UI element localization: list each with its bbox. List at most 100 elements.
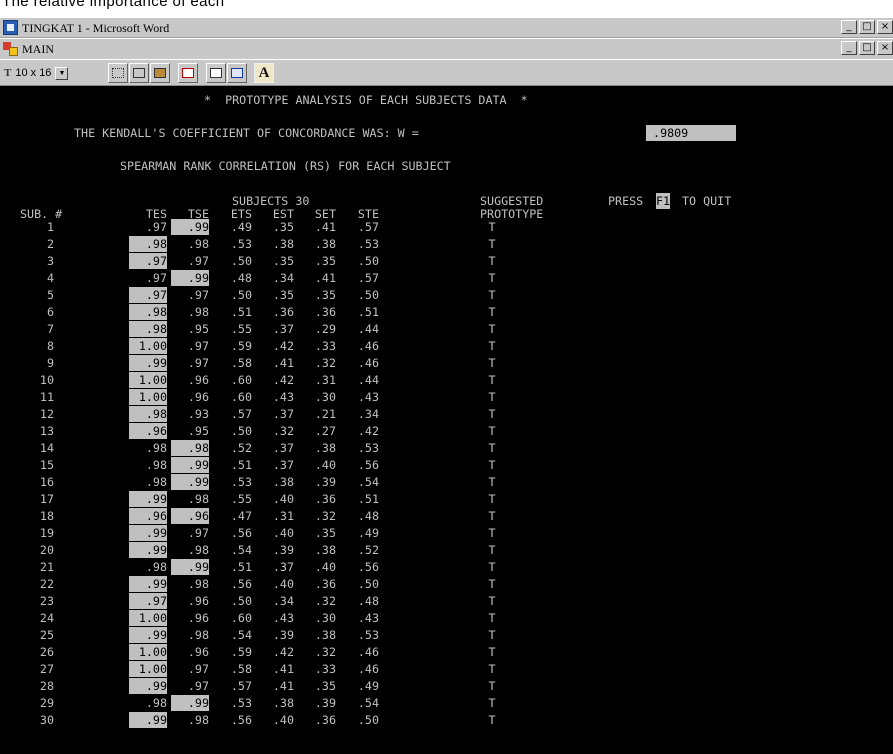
cell-ets: .59 — [230, 645, 252, 659]
main-window-controls: _ □ × — [839, 41, 893, 55]
cell-ets: .47 — [230, 509, 252, 523]
suggested-prototype: T — [488, 492, 496, 506]
suggested-prototype: T — [488, 594, 496, 608]
copy-icon[interactable] — [129, 63, 149, 83]
cell-tes: .96 — [129, 423, 167, 439]
properties-icon[interactable] — [206, 63, 226, 83]
suggested-prototype: T — [488, 679, 496, 693]
cell-ste: .48 — [357, 509, 379, 523]
cell-tes: .98 — [129, 236, 167, 252]
main-minimize-button[interactable]: _ — [841, 41, 857, 55]
msdos-window-icon[interactable] — [3, 42, 18, 56]
cell-ste: .50 — [357, 713, 379, 727]
cell-ets: .50 — [230, 288, 252, 302]
cell-est: .40 — [272, 713, 294, 727]
suggested-prototype: T — [488, 696, 496, 710]
cell-est: .41 — [272, 679, 294, 693]
console-toolbar: T 10 x 16 ▼ A — [0, 60, 893, 86]
paste-icon[interactable] — [150, 63, 170, 83]
cell-ste: .51 — [357, 492, 379, 506]
cell-set: .36 — [314, 577, 336, 591]
suggested-prototype: T — [488, 288, 496, 302]
fullscreen-icon[interactable] — [178, 63, 198, 83]
row-number: 13 — [39, 424, 54, 438]
word-window-title: TINGKAT 1 - Microsoft Word — [22, 21, 170, 35]
cell-ets: .50 — [230, 424, 252, 438]
cell-ets: .51 — [230, 305, 252, 319]
suggested-prototype: T — [488, 458, 496, 472]
cell-est: .38 — [272, 696, 294, 710]
main-close-button[interactable]: × — [877, 41, 893, 55]
cell-set: .30 — [314, 390, 336, 404]
cell-set: .27 — [314, 424, 336, 438]
suggested-prototype: T — [488, 543, 496, 557]
cell-set: .36 — [314, 305, 336, 319]
row-number: 24 — [39, 611, 54, 625]
cell-est: .35 — [272, 254, 294, 268]
word-minimize-button[interactable]: _ — [841, 20, 857, 34]
cell-ets: .55 — [230, 492, 252, 506]
cell-est: .34 — [272, 594, 294, 608]
console-screen[interactable]: * PROTOTYPE ANALYSIS OF EACH SUBJECTS DA… — [0, 86, 893, 754]
row-number: 6 — [46, 305, 54, 319]
suggested-prototype: T — [488, 628, 496, 642]
font-size-select[interactable]: T 10 x 16 ▼ — [4, 64, 69, 82]
cell-set: .30 — [314, 611, 336, 625]
cell-ets: .51 — [230, 560, 252, 574]
cell-ets: .57 — [230, 407, 252, 421]
cell-ste: .50 — [357, 577, 379, 591]
suggested-prototype: T — [488, 339, 496, 353]
suggested-prototype: T — [488, 560, 496, 574]
quit-label: TO QUIT — [682, 194, 732, 208]
cell-tes: .97 — [129, 287, 167, 303]
suggested-prototype: T — [488, 509, 496, 523]
cell-est: .42 — [272, 645, 294, 659]
cell-tse: .98 — [187, 577, 209, 591]
cell-tes: .97 — [129, 253, 167, 269]
mark-icon[interactable] — [108, 63, 128, 83]
cell-ste: .49 — [357, 679, 379, 693]
cell-ets: .60 — [230, 390, 252, 404]
cell-tse: .97 — [187, 288, 209, 302]
cell-ste: .34 — [357, 407, 379, 421]
cell-tse: .98 — [187, 713, 209, 727]
cell-tes: .98 — [145, 458, 167, 472]
main-maximize-button[interactable]: □ — [859, 41, 875, 55]
cell-est: .35 — [272, 288, 294, 302]
row-number: 5 — [46, 288, 54, 302]
cell-est: .31 — [272, 509, 294, 523]
font-icon[interactable]: A — [254, 63, 274, 83]
cell-tes: .99 — [129, 712, 167, 728]
background-icon[interactable] — [227, 63, 247, 83]
chevron-down-icon[interactable]: ▼ — [55, 66, 69, 80]
cell-est: .40 — [272, 526, 294, 540]
cell-tes: .98 — [145, 560, 167, 574]
cell-ets: .53 — [230, 237, 252, 251]
word-maximize-button[interactable]: □ — [859, 20, 875, 34]
cell-ste: .48 — [357, 594, 379, 608]
row-number: 7 — [46, 322, 54, 336]
cell-tse: .98 — [187, 628, 209, 642]
word-app-icon[interactable] — [3, 20, 18, 35]
cell-est: .37 — [272, 407, 294, 421]
cell-ste: .51 — [357, 305, 379, 319]
row-number: 11 — [39, 390, 54, 404]
kendall-label: THE KENDALL'S COEFFICIENT OF CONCORDANCE… — [74, 126, 419, 140]
cell-ets: .56 — [230, 577, 252, 591]
cell-est: .32 — [272, 424, 294, 438]
cell-set: .38 — [314, 237, 336, 251]
cell-set: .35 — [314, 526, 336, 540]
cell-ets: .56 — [230, 526, 252, 540]
cell-tse: .98 — [187, 492, 209, 506]
cell-set: .41 — [314, 271, 336, 285]
row-number: 3 — [46, 254, 54, 268]
suggested-prototype: T — [488, 611, 496, 625]
cell-ets: .59 — [230, 339, 252, 353]
row-number: 29 — [39, 696, 54, 710]
cell-tse: .99 — [171, 270, 209, 286]
cell-ets: .53 — [230, 475, 252, 489]
suggested-prototype: T — [488, 526, 496, 540]
word-close-button[interactable]: × — [877, 20, 893, 34]
cell-tse: .97 — [187, 356, 209, 370]
cell-ets: .55 — [230, 322, 252, 336]
